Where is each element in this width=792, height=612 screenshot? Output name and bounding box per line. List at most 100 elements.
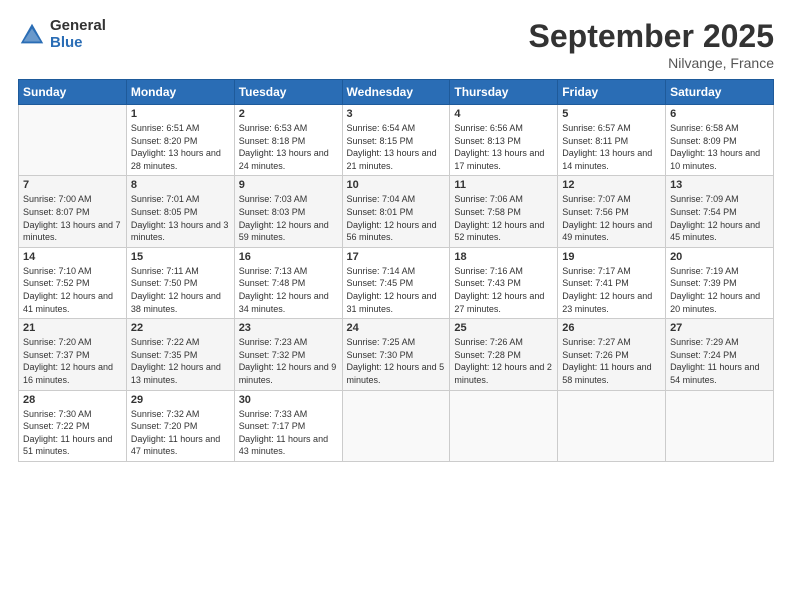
day-info: Sunrise: 7:29 AM Sunset: 7:24 PM Dayligh… [670,336,769,386]
day-number: 27 [670,322,769,334]
day-number: 18 [454,251,553,263]
calendar-cell: 8 Sunrise: 7:01 AM Sunset: 8:05 PM Daylig… [126,176,234,247]
calendar-cell: 25 Sunrise: 7:26 AM Sunset: 7:28 PM Dayli… [450,319,558,390]
day-number: 12 [562,179,661,191]
calendar-cell [666,390,774,461]
day-number: 26 [562,322,661,334]
calendar-cell: 10 Sunrise: 7:04 AM Sunset: 8:01 PM Dayli… [342,176,450,247]
calendar-cell: 6 Sunrise: 6:58 AM Sunset: 8:09 PM Daylig… [666,105,774,176]
day-info: Sunrise: 7:13 AM Sunset: 7:48 PM Dayligh… [239,265,338,315]
calendar-cell: 16 Sunrise: 7:13 AM Sunset: 7:48 PM Dayli… [234,247,342,318]
header: General Blue September 2025 Nilvange, Fr… [18,18,774,71]
day-info: Sunrise: 7:07 AM Sunset: 7:56 PM Dayligh… [562,193,661,243]
day-number: 6 [670,108,769,120]
calendar-cell: 17 Sunrise: 7:14 AM Sunset: 7:45 PM Dayli… [342,247,450,318]
day-number: 5 [562,108,661,120]
day-info: Sunrise: 7:25 AM Sunset: 7:30 PM Dayligh… [347,336,446,386]
logo-icon [18,21,46,49]
day-number: 19 [562,251,661,263]
day-info: Sunrise: 7:01 AM Sunset: 8:05 PM Dayligh… [131,193,230,243]
weekday-header: Sunday [19,80,127,105]
weekday-header: Saturday [666,80,774,105]
day-info: Sunrise: 7:33 AM Sunset: 7:17 PM Dayligh… [239,408,338,458]
day-number: 21 [23,322,122,334]
calendar-cell: 21 Sunrise: 7:20 AM Sunset: 7:37 PM Dayli… [19,319,127,390]
day-info: Sunrise: 7:10 AM Sunset: 7:52 PM Dayligh… [23,265,122,315]
day-info: Sunrise: 7:00 AM Sunset: 8:07 PM Dayligh… [23,193,122,243]
calendar-cell: 29 Sunrise: 7:32 AM Sunset: 7:20 PM Dayli… [126,390,234,461]
day-info: Sunrise: 7:32 AM Sunset: 7:20 PM Dayligh… [131,408,230,458]
day-number: 23 [239,322,338,334]
logo-general: General [50,18,106,35]
calendar-cell: 2Sunrise: 6:53 AM Sunset: 8:18 PM Daylig… [234,105,342,176]
calendar-cell [19,105,127,176]
calendar-cell: 3 Sunrise: 6:54 AM Sunset: 8:15 PM Daylig… [342,105,450,176]
calendar-cell: 4 Sunrise: 6:56 AM Sunset: 8:13 PM Daylig… [450,105,558,176]
day-info: Sunrise: 7:03 AM Sunset: 8:03 PM Dayligh… [239,193,338,243]
day-number: 22 [131,322,230,334]
weekday-header-row: SundayMondayTuesdayWednesdayThursdayFrid… [19,80,774,105]
day-number: 10 [347,179,446,191]
calendar-cell [450,390,558,461]
day-info: Sunrise: 7:27 AM Sunset: 7:26 PM Dayligh… [562,336,661,386]
calendar-cell: 18 Sunrise: 7:16 AM Sunset: 7:43 PM Dayli… [450,247,558,318]
calendar-cell: 11Sunrise: 7:06 AM Sunset: 7:58 PM Dayli… [450,176,558,247]
day-info: Sunrise: 6:58 AM Sunset: 8:09 PM Dayligh… [670,122,769,172]
calendar-cell: 28Sunrise: 7:30 AM Sunset: 7:22 PM Dayli… [19,390,127,461]
day-info: Sunrise: 7:14 AM Sunset: 7:45 PM Dayligh… [347,265,446,315]
weekday-header: Wednesday [342,80,450,105]
day-info: Sunrise: 7:30 AM Sunset: 7:22 PM Dayligh… [23,408,122,458]
calendar-cell: 30 Sunrise: 7:33 AM Sunset: 7:17 PM Dayli… [234,390,342,461]
title-block: September 2025 Nilvange, France [529,18,774,71]
calendar-cell: 15Sunrise: 7:11 AM Sunset: 7:50 PM Dayli… [126,247,234,318]
day-info: Sunrise: 7:04 AM Sunset: 8:01 PM Dayligh… [347,193,446,243]
day-number: 29 [131,394,230,406]
day-number: 7 [23,179,122,191]
calendar-week-row: 28Sunrise: 7:30 AM Sunset: 7:22 PM Dayli… [19,390,774,461]
day-info: Sunrise: 7:06 AM Sunset: 7:58 PM Dayligh… [454,193,553,243]
calendar-cell: 19 Sunrise: 7:17 AM Sunset: 7:41 PM Dayli… [558,247,666,318]
day-number: 17 [347,251,446,263]
calendar-table: SundayMondayTuesdayWednesdayThursdayFrid… [18,79,774,462]
day-number: 30 [239,394,338,406]
day-info: Sunrise: 6:56 AM Sunset: 8:13 PM Dayligh… [454,122,553,172]
day-info: Sunrise: 7:16 AM Sunset: 7:43 PM Dayligh… [454,265,553,315]
calendar-week-row: 21 Sunrise: 7:20 AM Sunset: 7:37 PM Dayli… [19,319,774,390]
calendar-cell: 1Sunrise: 6:51 AM Sunset: 8:20 PM Daylig… [126,105,234,176]
calendar-cell: 23 Sunrise: 7:23 AM Sunset: 7:32 PM Dayli… [234,319,342,390]
day-info: Sunrise: 7:09 AM Sunset: 7:54 PM Dayligh… [670,193,769,243]
calendar-cell: 24 Sunrise: 7:25 AM Sunset: 7:30 PM Dayli… [342,319,450,390]
day-info: Sunrise: 7:22 AM Sunset: 7:35 PM Dayligh… [131,336,230,386]
day-number: 15 [131,251,230,263]
weekday-header: Friday [558,80,666,105]
weekday-header: Thursday [450,80,558,105]
calendar-cell: 13Sunrise: 7:09 AM Sunset: 7:54 PM Dayli… [666,176,774,247]
day-info: Sunrise: 7:23 AM Sunset: 7:32 PM Dayligh… [239,336,338,386]
location: Nilvange, France [529,55,774,71]
day-info: Sunrise: 6:54 AM Sunset: 8:15 PM Dayligh… [347,122,446,172]
logo: General Blue [18,18,106,51]
day-info: Sunrise: 7:17 AM Sunset: 7:41 PM Dayligh… [562,265,661,315]
day-number: 4 [454,108,553,120]
day-number: 24 [347,322,446,334]
month-title: September 2025 [529,18,774,55]
day-info: Sunrise: 7:26 AM Sunset: 7:28 PM Dayligh… [454,336,553,386]
day-number: 2 [239,108,338,120]
day-info: Sunrise: 7:20 AM Sunset: 7:37 PM Dayligh… [23,336,122,386]
day-number: 20 [670,251,769,263]
day-info: Sunrise: 6:57 AM Sunset: 8:11 PM Dayligh… [562,122,661,172]
day-number: 8 [131,179,230,191]
calendar-week-row: 14Sunrise: 7:10 AM Sunset: 7:52 PM Dayli… [19,247,774,318]
calendar-week-row: 1Sunrise: 6:51 AM Sunset: 8:20 PM Daylig… [19,105,774,176]
day-number: 25 [454,322,553,334]
day-number: 16 [239,251,338,263]
logo-text: General Blue [50,18,106,51]
day-number: 9 [239,179,338,191]
calendar-cell: 7 Sunrise: 7:00 AM Sunset: 8:07 PM Daylig… [19,176,127,247]
calendar-cell: 26 Sunrise: 7:27 AM Sunset: 7:26 PM Dayli… [558,319,666,390]
calendar-cell [342,390,450,461]
day-info: Sunrise: 7:19 AM Sunset: 7:39 PM Dayligh… [670,265,769,315]
day-number: 3 [347,108,446,120]
calendar-cell: 12 Sunrise: 7:07 AM Sunset: 7:56 PM Dayli… [558,176,666,247]
calendar-cell: 9 Sunrise: 7:03 AM Sunset: 8:03 PM Daylig… [234,176,342,247]
